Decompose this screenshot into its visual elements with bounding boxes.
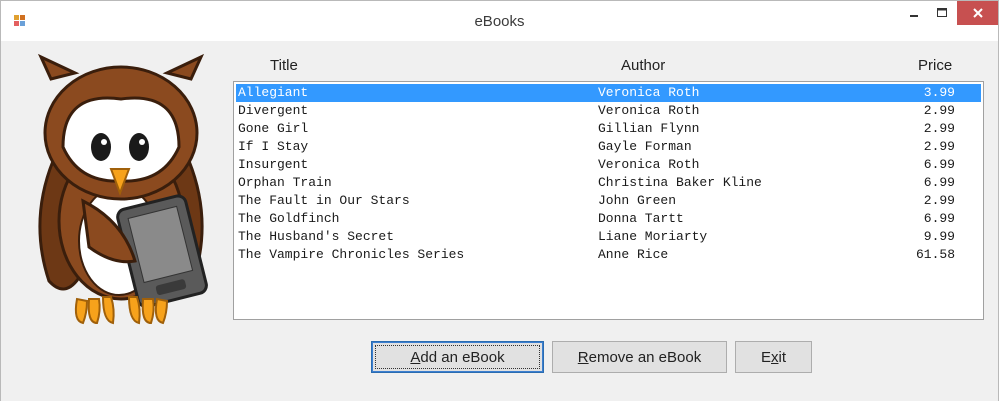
list-item-author: Donna Tartt: [598, 211, 684, 226]
list-item[interactable]: Insurgent Veronica Roth 6.99: [236, 156, 981, 174]
minimize-icon: [910, 15, 918, 17]
list-item-title: Divergent: [238, 103, 309, 118]
title-bar[interactable]: eBooks: [1, 1, 998, 41]
close-icon: [972, 8, 983, 18]
list-item-price: 2.99: [923, 193, 955, 208]
minimize-button[interactable]: [899, 1, 929, 25]
list-item-title: The Vampire Chronicles Series: [238, 247, 465, 262]
list-item-author: Christina Baker Kline: [598, 175, 762, 190]
list-item-price: 6.99: [923, 175, 955, 190]
list-item-price: 2.99: [923, 121, 955, 136]
list-item-price: 61.58: [915, 247, 955, 262]
maximize-button[interactable]: [929, 1, 955, 25]
list-item-price: 6.99: [923, 211, 955, 226]
list-item-author: Anne Rice: [598, 247, 669, 262]
list-item-price: 6.99: [923, 157, 955, 172]
list-item[interactable]: The Husband's Secret Liane Moriarty 9.99: [236, 228, 981, 246]
ebooks-window: eBooks Title Author Price Allegiant Vero…: [0, 0, 999, 401]
column-header-author: Author: [621, 57, 666, 74]
remove-ebook-label: Remove an eBook: [577, 348, 702, 366]
list-item-price: 9.99: [923, 229, 955, 244]
exit-label: Exit: [760, 348, 786, 366]
column-header-price: Price: [918, 57, 953, 74]
add-ebook-button[interactable]: Add an eBook: [371, 341, 544, 373]
remove-ebook-button[interactable]: Remove an eBook: [552, 341, 727, 373]
list-item[interactable]: Allegiant Veronica Roth 3.99: [236, 84, 981, 102]
list-item-title: The Goldfinch: [238, 211, 340, 226]
list-item[interactable]: The Goldfinch Donna Tartt 6.99: [236, 210, 981, 228]
close-button[interactable]: [957, 1, 998, 25]
focus-rectangle: [375, 345, 540, 369]
list-item-price: 2.99: [923, 103, 955, 118]
list-item-title: Gone Girl: [238, 121, 309, 136]
list-item-title: Orphan Train: [238, 175, 332, 190]
ebook-listbox[interactable]: Allegiant Veronica Roth 3.99 Divergent Veron…: [233, 81, 984, 320]
list-item-author: Veronica Roth: [598, 85, 700, 100]
list-item-title: If I Stay: [238, 139, 309, 154]
list-item[interactable]: If I Stay Gayle Forman 2.99: [236, 138, 981, 156]
list-item-title: Allegiant: [238, 85, 309, 100]
list-item-author: Veronica Roth: [598, 103, 700, 118]
form-client-area: Title Author Price Allegiant Veronica Rot…: [1, 41, 998, 401]
list-item-author: Veronica Roth: [598, 157, 700, 172]
list-item-title: The Fault in Our Stars: [238, 193, 410, 208]
list-item-author: John Green: [598, 193, 677, 208]
list-item[interactable]: Divergent Veronica Roth 2.99: [236, 102, 981, 120]
window-title: eBooks: [474, 13, 525, 30]
exit-button[interactable]: Exit: [735, 341, 812, 373]
list-item[interactable]: Gone Girl Gillian Flynn 2.99: [236, 120, 981, 138]
list-item[interactable]: Orphan Train Christina Baker Kline 6.99: [236, 174, 981, 192]
list-item-author: Gayle Forman: [598, 139, 692, 154]
owl-with-ereader-illustration: [37, 53, 208, 325]
list-item-price: 3.99: [923, 85, 955, 100]
list-item-title: Insurgent: [238, 157, 309, 172]
list-item-title: The Husband's Secret: [238, 229, 395, 244]
list-item[interactable]: The Vampire Chronicles Series Anne Rice 61…: [236, 246, 981, 264]
list-item-author: Gillian Flynn: [598, 121, 700, 136]
list-item[interactable]: The Fault in Our Stars John Green 2.99: [236, 192, 981, 210]
column-header-title: Title: [270, 57, 298, 74]
list-item-price: 2.99: [923, 139, 955, 154]
maximize-icon: [937, 8, 947, 17]
list-item-author: Liane Moriarty: [598, 229, 708, 244]
